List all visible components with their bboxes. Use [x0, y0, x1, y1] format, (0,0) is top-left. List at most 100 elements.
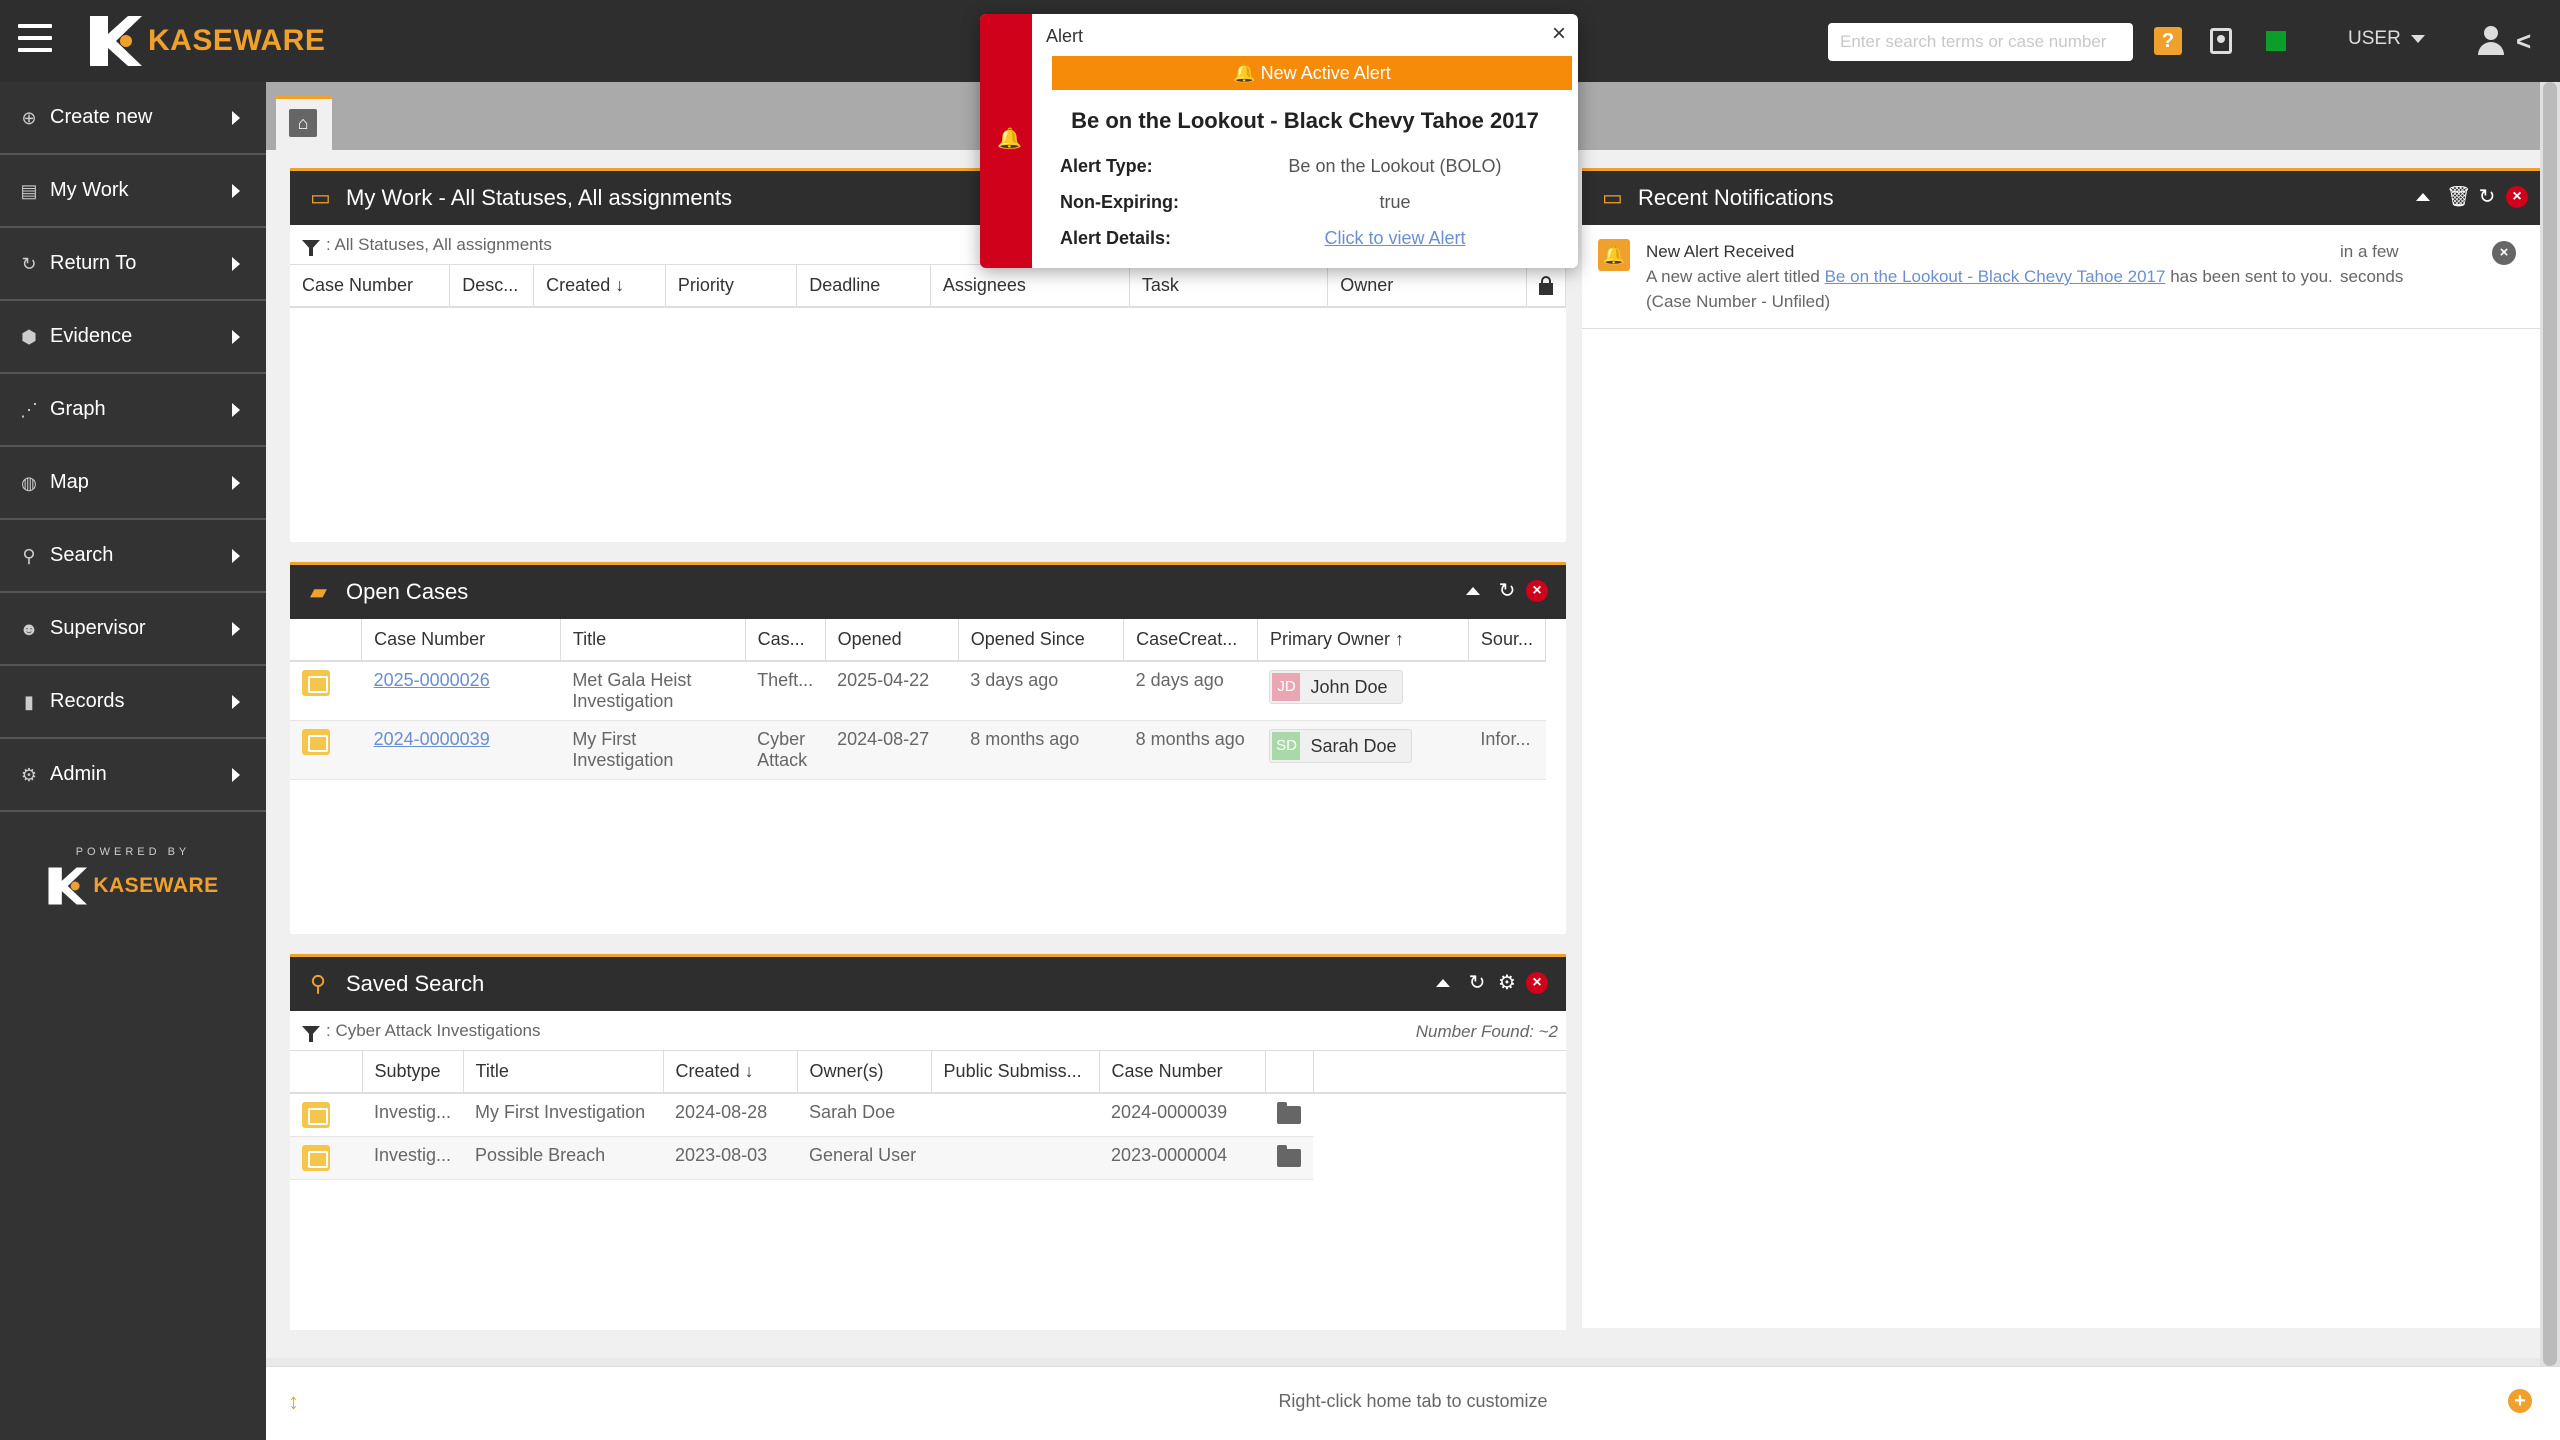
column-header[interactable]: Case Number	[1099, 1051, 1266, 1094]
alert-nonexp-label: Non-Expiring:	[1060, 192, 1179, 212]
contact-card-icon[interactable]	[2210, 28, 2232, 54]
close-icon[interactable]: ×	[1552, 20, 1566, 48]
column-header[interactable]: Case Number	[361, 619, 561, 662]
column-header[interactable]: CaseCreat...	[1123, 619, 1258, 662]
column-header[interactable]: Opened Since	[958, 619, 1125, 662]
sidebar-item-return-to[interactable]: ↻ Return To	[0, 228, 266, 301]
inbox-icon: ▤	[20, 180, 38, 201]
refresh-icon[interactable]: ↻	[1466, 972, 1488, 994]
help-icon[interactable]: ?	[2154, 27, 2182, 55]
home-tab[interactable]: ⌂	[276, 96, 332, 150]
table-row[interactable]: Investig... Possible Breach 2023-08-03 G…	[290, 1136, 1566, 1180]
table-cell: 2024-0000039	[1099, 1093, 1266, 1137]
table-row[interactable]: 2025-0000026 Met Gala Heist Investigatio…	[290, 661, 1546, 721]
column-header[interactable]: Cas...	[745, 619, 826, 662]
status-indicator	[2266, 31, 2286, 51]
column-header[interactable]: Title	[560, 619, 746, 662]
column-header[interactable]: Priority	[665, 265, 798, 308]
column-header[interactable]: Deadline	[796, 265, 931, 308]
column-header[interactable]: Task	[1129, 265, 1329, 308]
close-icon[interactable]: ×	[1526, 972, 1548, 994]
case-number-link[interactable]: 2024-0000039	[374, 729, 490, 749]
table-cell	[290, 661, 362, 721]
kaseware-k-icon	[48, 867, 88, 905]
column-header[interactable]: Public Submiss...	[931, 1051, 1100, 1094]
notification-alert-link[interactable]: Be on the Lookout - Black Chevy Tahoe 20…	[1825, 267, 2166, 286]
close-icon[interactable]: ×	[2506, 186, 2528, 208]
filter-icon	[302, 239, 320, 256]
sidebar-item-map[interactable]: ◍ Map	[0, 447, 266, 520]
user-menu[interactable]: USER	[2348, 28, 2425, 50]
column-header[interactable]: Sour...	[1468, 619, 1547, 662]
sidebar-item-label: Create new	[50, 106, 153, 128]
collapse-up-icon[interactable]	[1466, 587, 1480, 595]
sidebar-item-graph[interactable]: ⋰ Graph	[0, 374, 266, 447]
cubes-icon: ⬢	[21, 326, 37, 347]
sidebar: ⊕ Create new ▤ My Work ↻ Return To ⬢ Evidenc…	[0, 82, 266, 1440]
table-cell: Met Gala Heist Investigation	[560, 661, 746, 721]
view-alert-link[interactable]: Click to view Alert	[1324, 228, 1465, 248]
sidebar-item-create-new[interactable]: ⊕ Create new	[0, 82, 266, 155]
sidebar-item-search[interactable]: ⚲ Search	[0, 520, 266, 593]
search-input[interactable]	[1828, 23, 2133, 61]
table-row[interactable]: 2024-0000039 My First Investigation Cybe…	[290, 720, 1546, 780]
case-number-link[interactable]: 2025-0000026	[374, 670, 490, 690]
table-cell: General User	[797, 1136, 932, 1180]
user-label: USER	[2348, 28, 2401, 49]
add-widget-icon[interactable]: +	[2508, 1389, 2532, 1413]
record-icon[interactable]	[302, 1102, 330, 1128]
bell-icon: 🔔	[1598, 239, 1630, 271]
column-header[interactable]: Subtype	[362, 1051, 464, 1094]
sidebar-item-supervisor[interactable]: ☻ Supervisor	[0, 593, 266, 666]
notification-item[interactable]: 🔔 New Alert Received A new active alert …	[1582, 225, 2546, 329]
table-row[interactable]: Investig... My First Investigation 2024-…	[290, 1093, 1566, 1137]
sidebar-item-my-work[interactable]: ▤ My Work	[0, 155, 266, 228]
collapse-icon[interactable]: <	[2516, 28, 2531, 54]
scrollbar-thumb[interactable]	[2543, 82, 2557, 1366]
column-header[interactable]: Assignees	[930, 265, 1130, 308]
alert-nonexp-row: Non-Expiring: true	[1060, 192, 1560, 213]
column-header[interactable]: Created ↓	[533, 265, 666, 308]
sidebar-item-label: Search	[50, 544, 114, 566]
collapse-up-icon[interactable]	[2416, 193, 2430, 201]
gear-icon[interactable]: ⚙	[1496, 972, 1518, 994]
sidebar-item-records[interactable]: ▮ Records	[0, 666, 266, 739]
scrollbar[interactable]	[2540, 82, 2560, 1366]
column-header[interactable]: Case Number	[290, 265, 451, 308]
filter-icon	[302, 1025, 320, 1042]
table-cell: Investig...	[362, 1136, 464, 1180]
sidebar-item-evidence[interactable]: ⬢ Evidence	[0, 301, 266, 374]
menu-icon[interactable]	[18, 24, 52, 54]
refresh-icon[interactable]: ↻	[1496, 580, 1518, 602]
column-header[interactable]: Opened	[825, 619, 959, 662]
sidebar-item-label: Map	[50, 471, 89, 493]
column-header[interactable]: Owner(s)	[797, 1051, 932, 1094]
column-header[interactable]: Primary Owner ↑	[1257, 619, 1469, 662]
powered-brand: KASEWARE	[93, 874, 219, 897]
owner-chip[interactable]: JD John Doe	[1269, 670, 1403, 704]
case-folder-icon[interactable]	[302, 670, 330, 696]
folder-icon[interactable]	[1277, 1145, 1302, 1167]
case-folder-icon[interactable]	[302, 729, 330, 755]
column-header[interactable]: Owner	[1327, 265, 1527, 308]
trash-icon[interactable]: 🗑	[2446, 186, 2471, 208]
collapse-up-icon[interactable]	[1436, 979, 1450, 987]
close-icon[interactable]: ×	[1526, 580, 1548, 602]
owner-chip[interactable]: SD Sarah Doe	[1269, 729, 1412, 763]
column-header[interactable]: Created ↓	[663, 1051, 798, 1094]
profile-icon[interactable]	[2478, 26, 2504, 56]
table-header-row: Subtype Title Created ↓ Owner(s) Public …	[290, 1051, 1566, 1094]
column-header[interactable]: Desc...	[449, 265, 535, 308]
dismiss-icon[interactable]: ×	[2492, 241, 2516, 265]
notification-text: A new active alert titled	[1646, 267, 1825, 286]
folder-icon[interactable]	[1277, 1102, 1302, 1124]
column-header[interactable]: Title	[463, 1051, 664, 1094]
table-cell	[1468, 661, 1546, 721]
column-header	[290, 1051, 363, 1094]
sidebar-item-admin[interactable]: ⚙ Admin	[0, 739, 266, 812]
lock-column-header[interactable]	[1526, 265, 1567, 308]
table-cell: My First Investigation	[560, 720, 746, 780]
column-header	[290, 619, 363, 662]
refresh-icon[interactable]: ↻	[2476, 186, 2498, 208]
record-icon[interactable]	[302, 1145, 330, 1171]
